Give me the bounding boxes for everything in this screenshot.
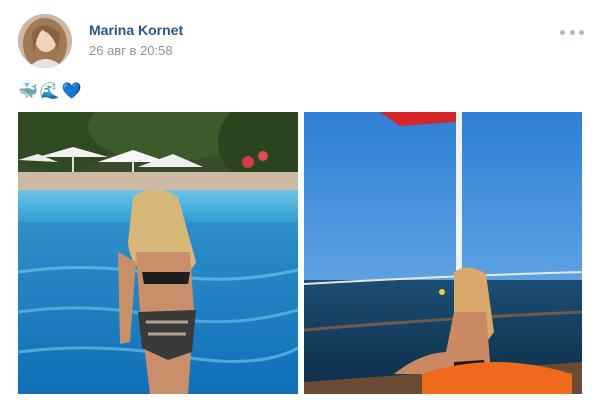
wall-post: Marina Kornet 26 авг в 20:58 🐳 🌊 💙 [0,0,600,400]
more-horizontal-icon[interactable] [560,25,584,39]
author-avatar[interactable] [18,14,72,68]
post-photo-pool[interactable] [18,112,298,394]
post-date[interactable]: 26 авг в 20:58 [89,43,173,58]
more-dot [579,29,584,35]
wave-emoji: 🌊 [39,83,60,100]
whale-emoji: 🐳 [18,83,38,100]
post-text: 🐳 🌊 💙 [18,82,82,102]
blue-heart-emoji: 💙 [61,83,82,100]
more-dot [569,29,575,35]
author-name[interactable]: Marina Kornet [89,22,183,38]
post-photo-sea[interactable] [304,112,582,394]
more-dot [560,29,565,35]
